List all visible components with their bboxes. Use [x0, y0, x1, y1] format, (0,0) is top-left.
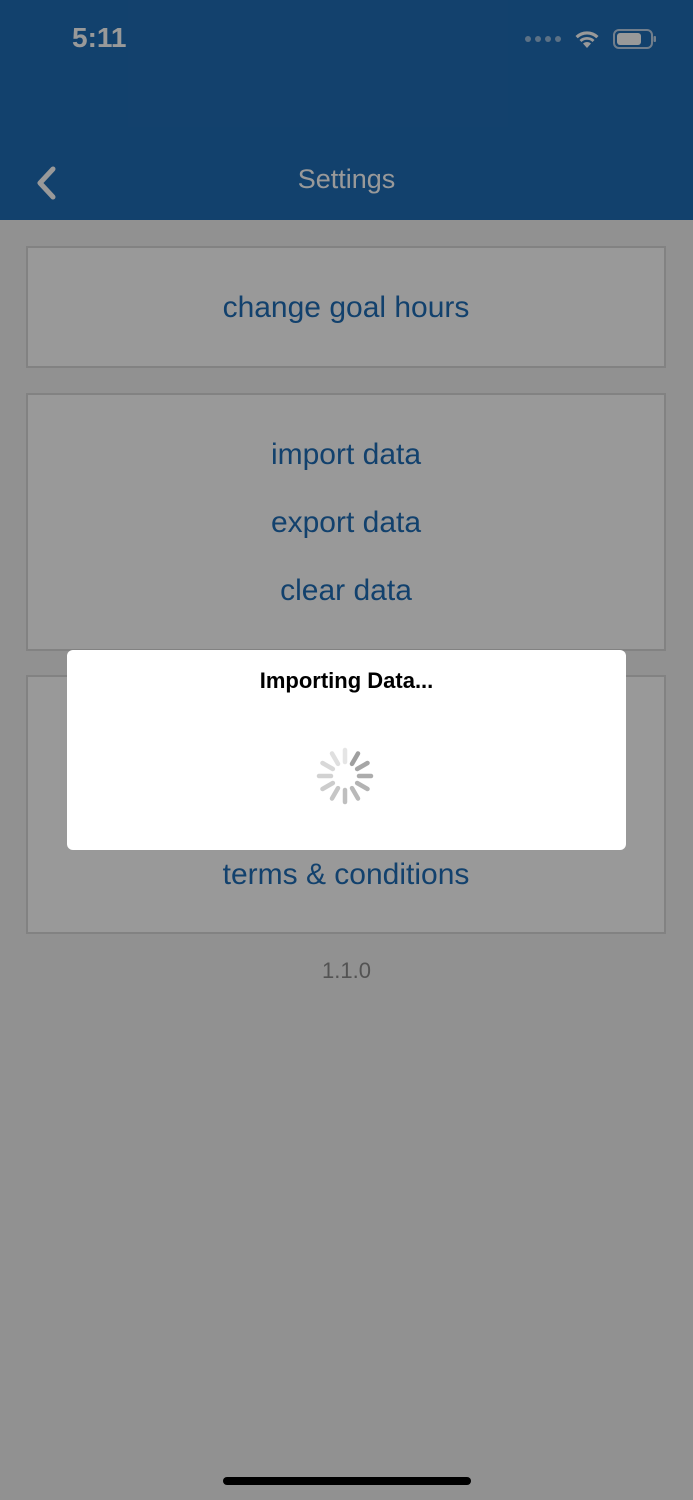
spinner-spoke — [329, 751, 341, 767]
home-indicator[interactable] — [223, 1477, 471, 1485]
spinner-spoke — [349, 785, 361, 801]
spinner-spoke — [349, 751, 361, 767]
spinner-spoke — [320, 760, 336, 772]
spinner-spoke — [329, 785, 341, 801]
loading-dialog: Importing Data... — [67, 650, 626, 850]
activity-spinner-icon — [316, 747, 374, 805]
spinner-spoke — [354, 780, 370, 792]
spinner-spoke — [320, 780, 336, 792]
spinner-spoke — [354, 760, 370, 772]
loading-dialog-title: Importing Data... — [259, 668, 434, 693]
